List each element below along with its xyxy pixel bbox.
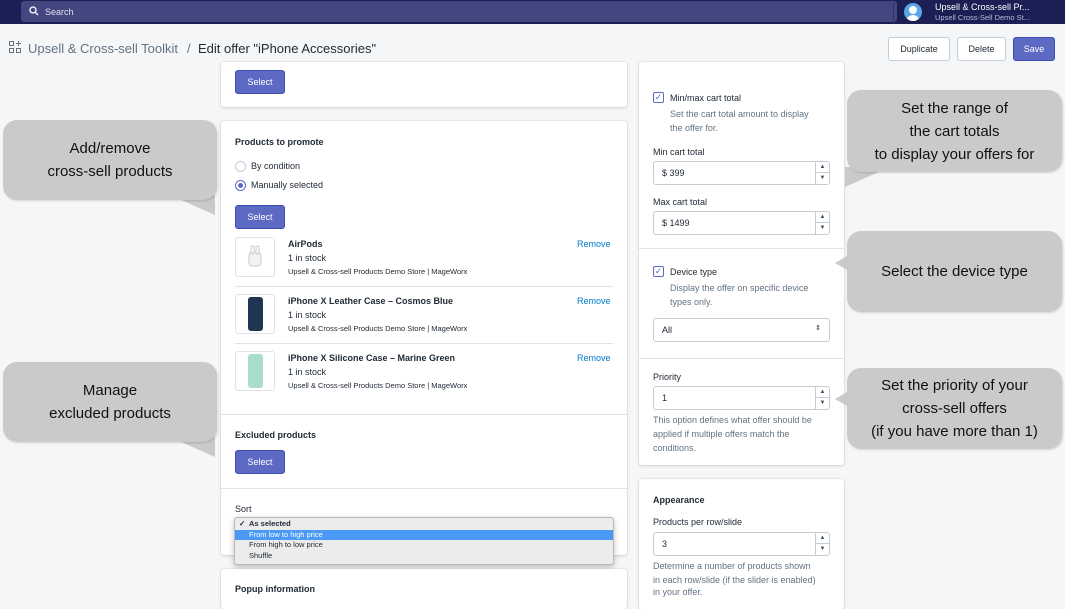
product-name[interactable]: iPhone X Leather Case – Cosmos Blue: [288, 296, 453, 306]
save-button[interactable]: Save: [1013, 37, 1055, 61]
search-icon: [29, 6, 39, 16]
min-cart-label: Min cart total: [653, 147, 705, 157]
stepper-icon[interactable]: ▲ ▼: [815, 533, 829, 555]
select-button[interactable]: Select: [235, 70, 285, 94]
breadcrumb-separator: /: [187, 41, 191, 56]
appearance-title: Appearance: [653, 495, 705, 505]
device-type-select[interactable]: All ⇕: [653, 318, 830, 342]
per-row-input[interactable]: 3 ▲ ▼: [653, 532, 830, 556]
checkbox-label: Min/max cart total: [670, 93, 742, 103]
product-vendor: Upsell & Cross-sell Products Demo Store …: [288, 381, 468, 390]
help-text: This option defines what offer should be: [653, 415, 812, 425]
radio-label: Manually selected: [251, 180, 324, 190]
divider: [639, 358, 844, 359]
product-thumbnail: [235, 351, 275, 391]
divider: [639, 248, 844, 249]
radio-manually-selected[interactable]: [235, 180, 246, 191]
sort-option-shuffle[interactable]: Shuffle: [235, 551, 613, 561]
product-stock: 1 in stock: [288, 310, 327, 320]
select-products-button[interactable]: Select: [235, 205, 285, 229]
divider: [221, 414, 627, 415]
popup-card: Popup information: [221, 569, 627, 609]
product-thumbnail: [235, 294, 275, 334]
product-stock: 1 in stock: [288, 367, 327, 377]
sort-label: Sort: [235, 504, 252, 514]
stepper-icon[interactable]: ▲ ▼: [815, 212, 829, 234]
conditions-card: ✓ Min/max cart total Set the cart total …: [639, 62, 844, 465]
priority-label: Priority: [653, 372, 682, 382]
excluded-title: Excluded products: [235, 430, 317, 440]
help-text: Determine a number of products shown: [653, 561, 811, 571]
callout-device: Select the device type: [847, 231, 1062, 312]
callout-excluded: Manage excluded products: [3, 362, 217, 442]
delete-button[interactable]: Delete: [957, 37, 1006, 61]
product-name[interactable]: AirPods: [288, 239, 323, 249]
search-placeholder: Search: [45, 7, 74, 17]
divider: [235, 286, 613, 287]
min-max-checkbox[interactable]: ✓: [653, 92, 664, 103]
stepper-icon[interactable]: ▲ ▼: [815, 387, 829, 409]
remove-link[interactable]: Remove: [577, 239, 611, 249]
section-title: Products to promote: [235, 137, 324, 147]
checkmark-icon: ✓: [239, 519, 246, 528]
account-name: Upsell & Cross-sell Pr...: [935, 2, 1030, 12]
top-bar: Search Upsell & Cross-sell Pr... Upsell …: [0, 0, 1065, 24]
sort-option-low-to-high[interactable]: From low to high price: [235, 530, 613, 540]
card-top: Select: [221, 62, 627, 107]
account-store: Upsell Cross-Sell Demo St...: [935, 13, 1031, 22]
apps-icon: [9, 41, 21, 53]
divider: [221, 488, 627, 489]
search-input[interactable]: Search: [21, 1, 897, 22]
help-text: types only.: [670, 297, 713, 307]
checkbox-label: Device type: [670, 267, 718, 277]
help-text: in each row/slide (if the slider is enab…: [653, 575, 816, 585]
avatar: [904, 3, 922, 21]
stepper-icon[interactable]: ▲ ▼: [815, 162, 829, 184]
help-text: conditions.: [653, 443, 697, 453]
help-text: the offer for.: [670, 123, 718, 133]
product-name[interactable]: iPhone X Silicone Case – Marine Green: [288, 353, 455, 363]
product-stock: 1 in stock: [288, 253, 327, 263]
product-vendor: Upsell & Cross-sell Products Demo Store …: [288, 267, 468, 276]
product-thumbnail: [235, 237, 275, 277]
remove-link[interactable]: Remove: [577, 296, 611, 306]
per-row-label: Products per row/slide: [653, 517, 743, 527]
select-excluded-button[interactable]: Select: [235, 450, 285, 474]
product-vendor: Upsell & Cross-sell Products Demo Store …: [288, 324, 468, 333]
priority-input[interactable]: 1 ▲ ▼: [653, 386, 830, 410]
max-cart-input[interactable]: $ 1499 ▲ ▼: [653, 211, 830, 235]
callout-cart-range: Set the range of the cart totals to displa…: [847, 90, 1062, 172]
select-arrows-icon: ⇕: [815, 325, 821, 332]
help-text: in your offer.: [653, 587, 703, 597]
help-text: Set the cart total amount to display: [670, 109, 809, 119]
breadcrumb-app[interactable]: Upsell & Cross-sell Toolkit: [28, 41, 178, 56]
min-cart-input[interactable]: $ 399 ▲ ▼: [653, 161, 830, 185]
duplicate-button[interactable]: Duplicate: [888, 37, 950, 61]
radio-label: By condition: [251, 161, 301, 171]
sort-dropdown-menu[interactable]: ✓ As selected From low to high price From…: [234, 517, 614, 565]
sort-option-high-to-low[interactable]: From high to low price: [235, 540, 613, 550]
account-menu[interactable]: Upsell & Cross-sell Pr... Upsell Cross-S…: [893, 0, 1065, 24]
divider: [235, 343, 613, 344]
remove-link[interactable]: Remove: [577, 353, 611, 363]
sort-option-as-selected[interactable]: ✓ As selected: [235, 519, 613, 529]
products-card: Products to promote By condition Manuall…: [221, 121, 627, 555]
radio-by-condition[interactable]: [235, 161, 246, 172]
help-text: Display the offer on specific device: [670, 283, 809, 293]
popup-title: Popup information: [235, 584, 315, 594]
callout-add-remove: Add/remove cross-sell products: [3, 120, 217, 200]
max-cart-label: Max cart total: [653, 197, 708, 207]
device-type-checkbox[interactable]: ✓: [653, 266, 664, 277]
page-title: Edit offer "iPhone Accessories": [198, 41, 377, 56]
appearance-card: Appearance Products per row/slide 3 ▲ ▼ De…: [639, 479, 844, 609]
help-text: applied if multiple offers match the: [653, 429, 790, 439]
callout-priority: Set the priority of your cross-sell offer…: [847, 368, 1062, 449]
